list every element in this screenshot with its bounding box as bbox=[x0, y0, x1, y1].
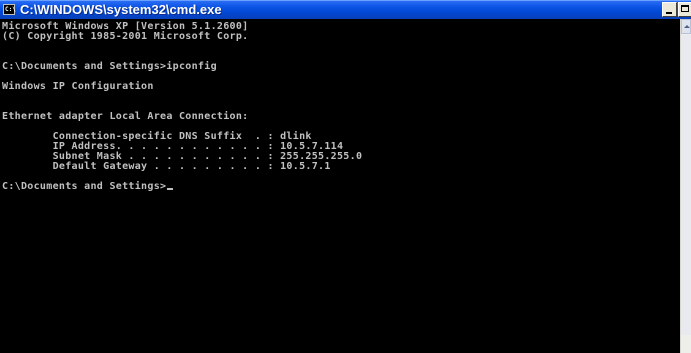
scrollbar-track[interactable] bbox=[681, 35, 691, 335]
maximize-button[interactable] bbox=[678, 2, 691, 17]
prompt-text: C:\Documents and Settings> bbox=[2, 181, 167, 192]
console-line: C:\Documents and Settings>ipconfig bbox=[2, 61, 217, 72]
console-app-icon[interactable]: C:\ bbox=[3, 4, 16, 15]
scroll-up-arrow-icon[interactable] bbox=[681, 19, 691, 34]
console-line: Ethernet adapter Local Area Connection: bbox=[2, 111, 249, 122]
window-title: C:\WINDOWS\system32\cmd.exe bbox=[20, 2, 222, 17]
minimize-button[interactable] bbox=[662, 2, 677, 17]
console-line: Windows IP Configuration bbox=[2, 81, 154, 92]
app-icon-text: C:\ bbox=[5, 6, 16, 13]
console-line: Default Gateway . . . . . . . . . : 10.5… bbox=[2, 161, 331, 172]
console-line: (C) Copyright 1985-2001 Microsoft Corp. bbox=[2, 31, 249, 42]
cmd-window: C:\ C:\WINDOWS\system32\cmd.exe Microsof… bbox=[0, 0, 691, 353]
title-bar[interactable]: C:\ C:\WINDOWS\system32\cmd.exe bbox=[0, 0, 691, 19]
vertical-scrollbar[interactable] bbox=[680, 19, 691, 353]
console-output-area[interactable]: Microsoft Windows XP [Version 5.1.2600] … bbox=[0, 19, 680, 353]
text-cursor bbox=[167, 188, 174, 190]
prompt-line[interactable]: C:\Documents and Settings> bbox=[2, 181, 174, 192]
